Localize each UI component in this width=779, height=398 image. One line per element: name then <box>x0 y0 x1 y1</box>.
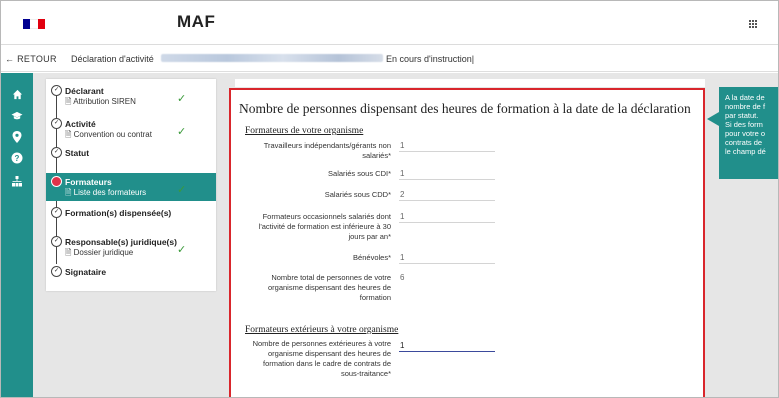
home-icon[interactable] <box>11 89 23 101</box>
declaration-stepper: ✓ Déclarant 🗎 Attribution SIREN ✓ ✓ Acti… <box>46 79 216 291</box>
step-statut[interactable]: ✓ Statut <box>46 146 216 166</box>
step-title: Responsable(s) juridique(s) <box>65 237 177 247</box>
graduation-cap-icon[interactable] <box>11 110 23 122</box>
step-subtitle: 🗎 Convention ou contrat <box>65 130 152 139</box>
step-formations[interactable]: ✓ Formation(s) dispensée(s) <box>46 206 216 226</box>
org-chart-icon[interactable] <box>11 176 23 188</box>
step-formateurs[interactable]: Formateurs 🗎 Liste des formateurs ✓ <box>46 173 216 201</box>
step-title: Signataire <box>65 267 107 277</box>
check-icon: ✓ <box>177 184 187 196</box>
step-title: Déclarant <box>65 86 104 96</box>
svg-text:?: ? <box>15 154 20 163</box>
check-icon: ✓ <box>177 244 187 256</box>
left-nav-rail: ? <box>1 73 33 397</box>
card-top-strip <box>235 79 705 87</box>
help-tooltip: A la date de nombre de f par statut. Si … <box>719 87 778 179</box>
input-cdi[interactable]: 1 <box>399 169 495 180</box>
step-dot: ✓ <box>51 207 62 218</box>
location-pin-icon[interactable] <box>11 131 23 143</box>
label-occasionnels: Formateurs occasionnels salariés dont l'… <box>258 212 391 241</box>
status-badge: En cours d'instruction| <box>386 54 475 64</box>
section-external-trainers: Formateurs extérieurs à votre organisme <box>245 325 399 335</box>
apps-grid-icon[interactable] <box>749 20 759 28</box>
tooltip-arrow <box>707 112 719 126</box>
step-title: Statut <box>65 148 90 158</box>
step-subtitle: 🗎 Liste des formateurs <box>65 188 147 197</box>
help-icon[interactable]: ? <box>11 152 23 164</box>
step-dot: ✓ <box>51 236 62 247</box>
redacted-organisation-name <box>161 54 383 62</box>
check-icon: ✓ <box>177 126 187 138</box>
breadcrumb: ← RETOUR Déclaration d'activité En cours… <box>1 46 778 72</box>
form-title: Nombre de personnes dispensant des heure… <box>239 101 691 116</box>
label-cdi: Salariés sous CDI* <box>328 169 391 178</box>
step-dot: ✓ <box>51 266 62 277</box>
label-cdd: Salariés sous CDD* <box>324 190 391 199</box>
breadcrumb-declaration: Déclaration d'activité <box>71 54 154 64</box>
step-subtitle: 🗎 Dossier juridique <box>65 248 134 257</box>
back-link[interactable]: ← RETOUR <box>5 54 57 64</box>
top-header: MAF <box>1 1 778 45</box>
step-dot: ✓ <box>51 118 62 129</box>
step-dot-active <box>51 176 62 187</box>
app-window: MAF ← RETOUR Déclaration d'activité En c… <box>0 0 779 398</box>
step-signataire[interactable]: ✓ Signataire <box>46 265 216 285</box>
label-benevoles: Bénévoles* <box>353 253 391 262</box>
step-subtitle: 🗎 Attribution SIREN <box>65 97 136 106</box>
input-benevoles[interactable]: 1 <box>399 253 495 264</box>
formateurs-form-card: Nombre de personnes dispensant des heure… <box>229 88 705 397</box>
input-independants[interactable]: 1 <box>399 141 495 152</box>
input-occasionnels[interactable]: 1 <box>399 212 495 223</box>
tooltip-line: Si des form <box>725 120 763 129</box>
value-total-internal: 6 <box>400 273 405 282</box>
step-dot: ✓ <box>51 85 62 96</box>
step-title: Formateurs <box>65 177 112 187</box>
check-icon: ✓ <box>177 93 187 105</box>
label-externes: Nombre de personnes extérieures à votre … <box>252 339 391 378</box>
step-activite[interactable]: ✓ Activité 🗎 Convention ou contrat ✓ <box>46 117 216 143</box>
step-title: Activité <box>65 119 96 129</box>
tooltip-line: par statut. <box>725 111 759 120</box>
input-externes[interactable]: 1 <box>399 341 495 352</box>
app-title: MAF <box>177 12 216 31</box>
step-responsables[interactable]: ✓ Responsable(s) juridique(s) 🗎 Dossier … <box>46 235 216 261</box>
step-title: Formation(s) dispensée(s) <box>65 208 172 218</box>
tooltip-line: le champ dé <box>725 147 766 156</box>
input-cdd[interactable]: 2 <box>399 190 495 201</box>
label-independants: Travailleurs indépendants/gérants non sa… <box>263 141 391 160</box>
step-declarant[interactable]: ✓ Déclarant 🗎 Attribution SIREN ✓ <box>46 84 216 110</box>
tooltip-line: A la date de <box>725 93 765 102</box>
tooltip-line: contrats de <box>725 138 763 147</box>
label-total-internal: Nombre total de personnes de votre organ… <box>268 273 391 302</box>
section-internal-trainers: Formateurs de votre organisme <box>245 126 364 136</box>
tooltip-line: pour votre o <box>725 129 766 138</box>
tooltip-line: nombre de f <box>725 102 766 111</box>
step-dot: ✓ <box>51 147 62 158</box>
republic-flag-logo <box>23 19 45 29</box>
